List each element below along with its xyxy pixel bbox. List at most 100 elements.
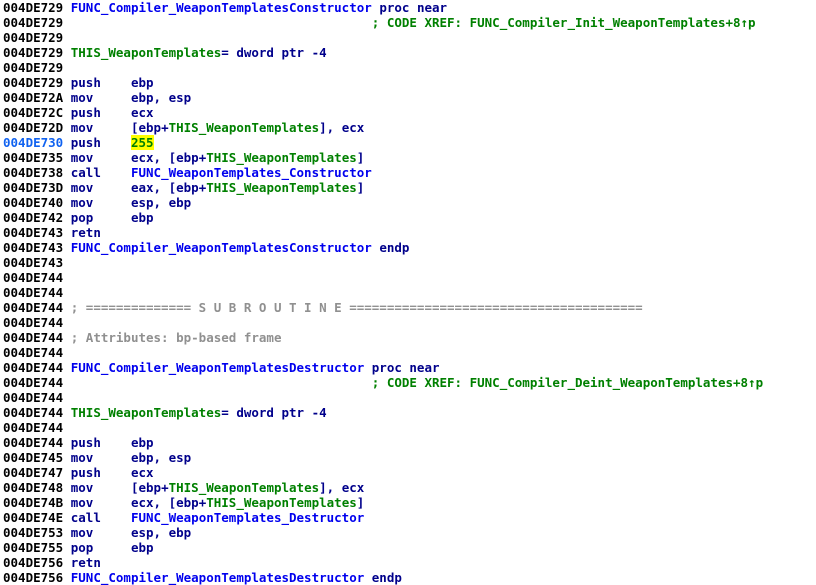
address-gutter-space (63, 330, 71, 345)
address-gutter-space (63, 345, 71, 360)
disassembly-line[interactable]: 004DE747 push ecx (0, 465, 816, 480)
disassembly-line[interactable]: 004DE729 ; CODE XREF: FUNC_Compiler_Init… (0, 15, 816, 30)
line-address: 004DE744 (3, 300, 64, 315)
address-gutter-space (63, 435, 71, 450)
line-address: 004DE743 (3, 240, 64, 255)
instruction-operands: ], ecx (319, 480, 365, 495)
disassembly-line[interactable]: 004DE744 ; Attributes: bp-based frame (0, 330, 816, 345)
disassembly-line[interactable]: 004DE740 mov esp, ebp (0, 195, 816, 210)
line-address: 004DE729 (3, 0, 64, 15)
line-address: 004DE744 (3, 315, 64, 330)
line-address: 004DE72A (3, 90, 64, 105)
instruction-mnemonic: mov (70, 450, 131, 465)
disassembly-line[interactable]: 004DE743 retn (0, 225, 816, 240)
address-gutter-space (63, 15, 71, 30)
disassembly-line[interactable]: 004DE744 THIS_WeaponTemplates= dword ptr… (0, 405, 816, 420)
line-address: 004DE730 (3, 135, 64, 150)
instruction-mnemonic: retn (70, 225, 101, 240)
local-variable-name[interactable]: THIS_WeaponTemplates (169, 120, 320, 135)
instruction-mnemonic: mov (70, 120, 131, 135)
function-name-link[interactable]: FUNC_Compiler_WeaponTemplatesDestructor (71, 360, 365, 375)
instruction-mnemonic: push (70, 105, 131, 120)
disassembly-line[interactable]: 004DE744 FUNC_Compiler_WeaponTemplatesDe… (0, 360, 816, 375)
function-name-link[interactable]: FUNC_Compiler_WeaponTemplatesConstructor (71, 0, 372, 15)
disassembly-line[interactable]: 004DE744 (0, 270, 816, 285)
disassembly-line[interactable]: 004DE72D mov [ebp+THIS_WeaponTemplates],… (0, 120, 816, 135)
disassembly-line[interactable]: 004DE745 mov ebp, esp (0, 450, 816, 465)
local-variable-name[interactable]: THIS_WeaponTemplates (206, 495, 357, 510)
disassembly-line[interactable]: 004DE72A mov ebp, esp (0, 90, 816, 105)
disassembly-line[interactable]: 004DE729 push ebp (0, 75, 816, 90)
local-variable-name[interactable]: THIS_WeaponTemplates (71, 45, 222, 60)
local-variable-name[interactable]: THIS_WeaponTemplates (169, 480, 320, 495)
line-address: 004DE744 (3, 285, 64, 300)
instruction-mnemonic: call (70, 165, 131, 180)
disassembly-view[interactable]: 004DE729 FUNC_Compiler_WeaponTemplatesCo… (0, 0, 816, 585)
instruction-mnemonic: mov (70, 480, 131, 495)
instruction-operands: ebp, esp (130, 90, 192, 105)
disassembly-line[interactable]: 004DE730 push 255 (0, 135, 816, 150)
instruction-operands: [ebp+ (130, 120, 169, 135)
disassembly-line[interactable]: 004DE744 ; CODE XREF: FUNC_Compiler_Dein… (0, 375, 816, 390)
instruction-operands: esp, ebp (130, 525, 192, 540)
local-variable-name[interactable]: THIS_WeaponTemplates (71, 405, 222, 420)
disassembly-line[interactable]: 004DE738 call FUNC_WeaponTemplates_Const… (0, 165, 816, 180)
function-name-link[interactable]: FUNC_Compiler_WeaponTemplatesConstructor (71, 240, 372, 255)
instruction-mnemonic: mov (70, 150, 131, 165)
address-gutter-space (63, 90, 71, 105)
disassembly-line[interactable]: 004DE72C push ecx (0, 105, 816, 120)
address-gutter-space (63, 375, 71, 390)
disassembly-line[interactable]: 004DE744 (0, 420, 816, 435)
highlighted-operand[interactable]: 255 (130, 135, 154, 150)
local-variable-name[interactable]: THIS_WeaponTemplates (206, 150, 357, 165)
instruction-mnemonic: mov (70, 525, 131, 540)
disassembly-line[interactable]: 004DE729 THIS_WeaponTemplates= dword ptr… (0, 45, 816, 60)
instruction-operands: ecx, [ebp+ (130, 495, 207, 510)
address-gutter-space (63, 465, 71, 480)
line-address: 004DE744 (3, 390, 64, 405)
line-address: 004DE755 (3, 540, 64, 555)
disassembly-line[interactable]: 004DE73D mov eax, [ebp+THIS_WeaponTempla… (0, 180, 816, 195)
disassembly-line[interactable]: 004DE744 (0, 285, 816, 300)
line-address: 004DE743 (3, 225, 64, 240)
instruction-operands: esp, ebp (130, 195, 192, 210)
disassembly-line[interactable]: 004DE729 (0, 30, 816, 45)
disassembly-line[interactable]: 004DE744 push ebp (0, 435, 816, 450)
instruction-mnemonic: call (70, 510, 131, 525)
disassembly-line[interactable]: 004DE74E call FUNC_WeaponTemplates_Destr… (0, 510, 816, 525)
instruction-mnemonic: pop (70, 540, 131, 555)
disassembly-line[interactable]: 004DE74B mov ecx, [ebp+THIS_WeaponTempla… (0, 495, 816, 510)
address-gutter-space (63, 480, 71, 495)
line-address: 004DE748 (3, 480, 64, 495)
disassembly-line[interactable]: 004DE743 FUNC_Compiler_WeaponTemplatesCo… (0, 240, 816, 255)
disassembly-line[interactable]: 004DE744 (0, 345, 816, 360)
disassembly-line[interactable]: 004DE756 FUNC_Compiler_WeaponTemplatesDe… (0, 570, 816, 585)
line-address: 004DE744 (3, 360, 64, 375)
function-name-link[interactable]: FUNC_WeaponTemplates_Destructor (131, 510, 364, 525)
address-gutter-space (63, 420, 71, 435)
disassembly-line[interactable]: 004DE742 pop ebp (0, 210, 816, 225)
disassembly-line[interactable]: 004DE755 pop ebp (0, 540, 816, 555)
address-gutter-space (63, 150, 71, 165)
disassembly-line[interactable]: 004DE735 mov ecx, [ebp+THIS_WeaponTempla… (0, 150, 816, 165)
local-variable-name[interactable]: THIS_WeaponTemplates (206, 180, 357, 195)
function-name-link[interactable]: FUNC_Compiler_WeaponTemplatesDestructor (71, 570, 365, 585)
disassembly-line[interactable]: 004DE744 (0, 390, 816, 405)
disassembly-line[interactable]: 004DE729 (0, 60, 816, 75)
line-address: 004DE744 (3, 345, 64, 360)
instruction-mnemonic: retn (70, 555, 101, 570)
line-address: 004DE753 (3, 525, 64, 540)
address-gutter-space (63, 30, 71, 45)
disassembly-line[interactable]: 004DE743 (0, 255, 816, 270)
instruction-operands: ] (356, 150, 365, 165)
disassembly-line[interactable]: 004DE729 FUNC_Compiler_WeaponTemplatesCo… (0, 0, 816, 15)
address-gutter-space (63, 180, 71, 195)
address-gutter-space (63, 570, 71, 585)
disassembly-line[interactable]: 004DE744 (0, 315, 816, 330)
function-name-link[interactable]: FUNC_WeaponTemplates_Constructor (131, 165, 372, 180)
disassembly-line[interactable]: 004DE744 ; ============== S U B R O U T … (0, 300, 816, 315)
disassembly-line[interactable]: 004DE756 retn (0, 555, 816, 570)
disassembly-line[interactable]: 004DE748 mov [ebp+THIS_WeaponTemplates],… (0, 480, 816, 495)
disassembly-line[interactable]: 004DE753 mov esp, ebp (0, 525, 816, 540)
